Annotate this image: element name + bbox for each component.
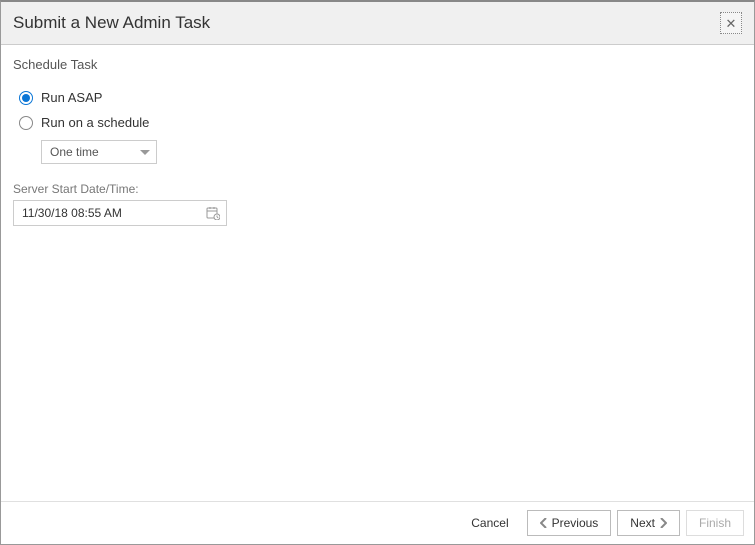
radio-row-asap[interactable]: Run ASAP (19, 90, 742, 105)
cancel-button[interactable]: Cancel (459, 510, 520, 536)
dialog-title: Submit a New Admin Task (13, 13, 210, 33)
run-mode-radio-group: Run ASAP Run on a schedule One time (19, 90, 742, 164)
finish-button: Finish (686, 510, 744, 536)
finish-label: Finish (699, 516, 731, 530)
radio-asap-label: Run ASAP (41, 90, 102, 105)
schedule-mode-select[interactable]: One time (41, 140, 157, 164)
previous-label: Previous (552, 516, 599, 530)
calendar-icon (206, 206, 220, 220)
next-button[interactable]: Next (617, 510, 680, 536)
start-datetime-input[interactable]: 11/30/18 08:55 AM (13, 200, 227, 226)
dialog-footer: Cancel Previous Next Finish (1, 501, 754, 544)
cancel-label: Cancel (471, 516, 508, 530)
close-button[interactable]: ✕ (720, 12, 742, 34)
chevron-down-icon (140, 145, 150, 159)
close-icon: ✕ (726, 17, 737, 30)
titlebar: Submit a New Admin Task ✕ (1, 2, 754, 45)
start-datetime-value: 11/30/18 08:55 AM (22, 206, 122, 220)
radio-row-schedule[interactable]: Run on a schedule (19, 115, 742, 130)
previous-button[interactable]: Previous (527, 510, 612, 536)
next-label: Next (630, 516, 655, 530)
start-datetime-label: Server Start Date/Time: (13, 182, 742, 196)
section-label: Schedule Task (13, 57, 742, 72)
admin-task-dialog: Submit a New Admin Task ✕ Schedule Task … (0, 0, 755, 545)
chevron-right-icon (659, 516, 667, 531)
radio-schedule[interactable] (19, 116, 33, 130)
radio-schedule-label: Run on a schedule (41, 115, 149, 130)
chevron-left-icon (540, 516, 548, 531)
dialog-content: Schedule Task Run ASAP Run on a schedule… (1, 45, 754, 501)
schedule-mode-value: One time (50, 145, 99, 159)
radio-asap[interactable] (19, 91, 33, 105)
